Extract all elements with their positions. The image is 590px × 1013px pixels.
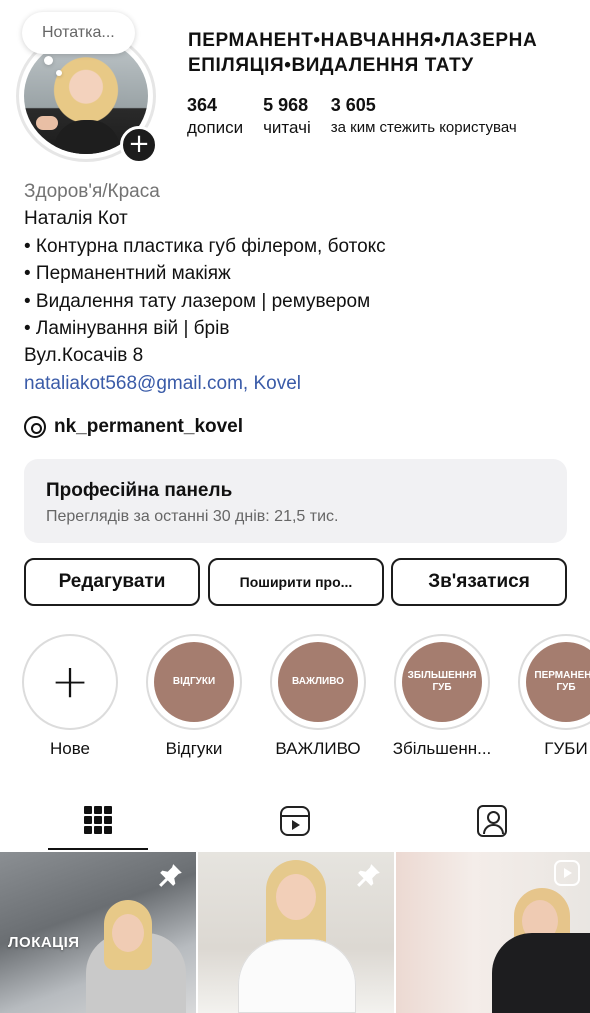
post-caption: ЛОКАЦІЯ [8,934,80,951]
tab-tagged[interactable] [442,792,542,850]
highlight-item[interactable]: ЗБІЛЬШЕННЯ ГУБ Збільшенн... [392,634,492,759]
highlight-ring: ПЕРМАНЕНТ ГУБ [518,634,590,730]
reels-icon [280,806,310,836]
plus-icon: + [50,654,90,708]
highlight-item[interactable]: ПЕРМАНЕНТ ГУБ ГУБИ [516,634,590,759]
tagged-icon [477,805,507,837]
avatar-body [54,120,120,154]
highlight-label: Відгуки [165,739,223,758]
posts-count-label: дописи [187,118,244,137]
edit-profile-button[interactable]: Редагувати [24,558,200,606]
bio-address: Вул.Косачів 8 [24,345,144,367]
note-bubble[interactable]: Нотатка... [22,12,135,54]
bio-line: • Перманентний макіяж [24,263,231,285]
bio-link[interactable]: nataliakot568@gmail.com, Kovel [24,370,574,397]
profile-bio: Здоров'я/Краса Наталія Кот • Контурна пл… [24,178,574,397]
grid-icon [84,806,112,834]
highlight-cover: ПЕРМАНЕНТ ГУБ [526,642,590,722]
threads-handle: nk_permanent_kovel [54,416,244,437]
share-profile-button[interactable]: Поширити про... [208,558,384,606]
threads-link[interactable]: nk_permanent_kovel [24,416,243,438]
post-photo-figure [112,914,144,952]
highlight-label: ГУБИ [544,739,588,758]
followers-count-value: 5 968 [263,95,309,115]
note-bubble-tail-small [56,70,62,76]
post-thumbnail[interactable] [198,852,394,1013]
dashboard-title: Професійна панель [46,480,233,501]
profile-username: ПЕРМАНЕНТ•НАВЧАННЯ•ЛАЗЕРНА ЕПІЛЯЦІЯ•ВИДА… [188,30,538,76]
contact-button[interactable]: Зв'язатися [391,558,567,606]
highlight-cover: ЗБІЛЬШЕННЯ ГУБ [402,642,482,722]
post-photo-figure [492,933,590,1013]
highlight-label: Нове [49,739,91,758]
bio-line-name: Наталія Кот [24,208,128,230]
post-photo-figure [238,939,356,1013]
highlight-label: ВАЖЛИВО [275,739,361,758]
highlight-ring: ЗБІЛЬШЕННЯ ГУБ [394,634,490,730]
followers-count[interactable]: 5 968 читачі [263,94,311,140]
bio-category: Здоров'я/Краса [24,181,160,202]
dashboard-subtitle: Переглядів за останні 30 днів: 21,5 тис. [46,508,339,525]
bio-line: • Контурна пластика губ філером, ботокс [24,235,386,257]
tab-reels[interactable] [245,792,345,850]
posts-count[interactable]: 364 дописи [187,94,243,140]
pin-icon [357,864,380,887]
highlight-ring: + [22,634,118,730]
profile-stats: 364 дописи 5 968 читачі 3 605 за ким сте… [187,94,537,140]
note-bubble-tail [44,56,53,65]
add-story-button[interactable]: + [120,126,158,164]
threads-icon [24,416,46,438]
highlight-item[interactable]: ВІДГУКИ Відгуки [144,634,244,759]
following-count-value: 3 605 [330,95,376,115]
bio-line: • Ламінування вій | брів [24,318,230,340]
highlight-item[interactable]: ВАЖЛИВО ВАЖЛИВО [268,634,368,759]
tab-posts-grid[interactable] [48,792,148,850]
followers-count-label: читачі [263,118,311,137]
highlight-ring: ВІДГУКИ [146,634,242,730]
following-count[interactable]: 3 605 за ким стежить користувач [331,94,517,140]
avatar-hand [36,116,58,130]
highlight-cover: ВАЖЛИВО [278,642,358,722]
highlight-ring: ВАЖЛИВО [270,634,366,730]
post-thumbnail[interactable]: ЛОКАЦІЯ [0,852,196,1013]
bio-line: • Видалення тату лазером | ремувером [24,290,371,312]
post-thumbnail[interactable] [396,852,590,1013]
posts-count-value: 364 [187,95,218,115]
highlight-cover: ВІДГУКИ [154,642,234,722]
highlight-new[interactable]: + Нове [20,634,120,759]
following-count-label: за ким стежить користувач [330,119,517,136]
reel-badge-icon [554,860,580,886]
highlight-label: Збільшенн... [392,739,492,758]
post-photo-figure [276,874,316,920]
professional-dashboard[interactable]: Професійна панель Переглядів за останні … [24,459,567,543]
pin-icon [159,864,182,887]
